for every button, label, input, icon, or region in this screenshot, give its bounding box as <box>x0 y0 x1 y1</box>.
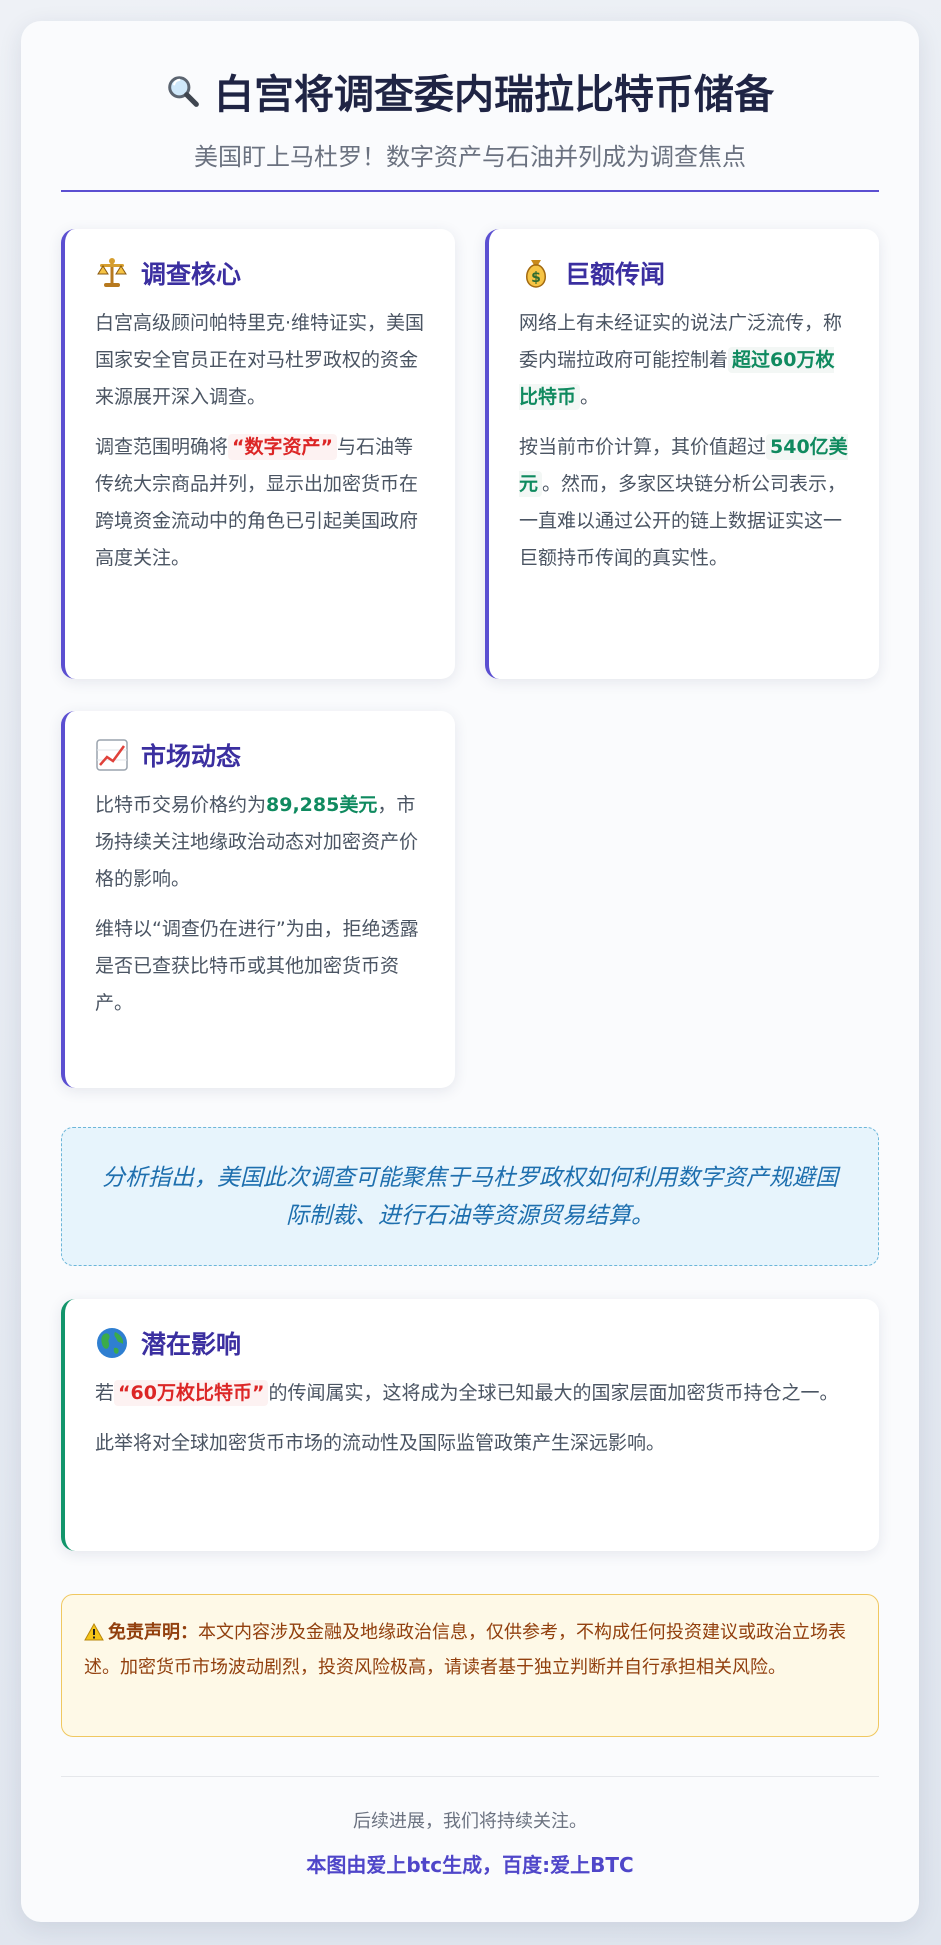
card-paragraph: 白宫高级顾问帕特里克·维特证实，美国国家安全官员正在对马杜罗政权的资金来源展开深… <box>95 312 425 408</box>
card-paragraph: 网络上有未经证实的说法广泛流传，称委内瑞拉政府可能控制着 超过60万枚比特币。 <box>519 305 853 416</box>
highlight-btc-price: 89,285美元 <box>266 794 378 816</box>
text-segment: 的传闻属实，这将成为全球已知最大的国家层面加密货币持仓之一。 <box>268 1382 839 1404</box>
page-subtitle: 美国盯上马杜罗！数字资产与石油并列成为调查焦点 <box>194 143 746 171</box>
money-bag-icon: $ <box>519 256 553 290</box>
text-segment: 调查范围明确将 <box>95 436 229 458</box>
card-paragraph: 此举将对全球加密货币市场的流动性及国际监管政策产生深远影响。 <box>95 1432 666 1454</box>
disclaimer-label: 免责声明： <box>108 1622 198 1643</box>
text-segment: 比特币交易价格约为 <box>95 794 267 816</box>
disclaimer-box: 免责声明：本文内容涉及金融及地缘政治信息，仅供参考，不构成任何投资建议或政治立场… <box>61 1594 879 1737</box>
text-segment: 。然而，多家区块链分析公司表示，一直难以通过公开的链上数据证实这一巨额持币传闻的… <box>519 473 847 569</box>
card-title: 市场动态 <box>95 737 429 773</box>
page-title: 白宫将调查委内瑞拉比特币储备 <box>61 61 879 121</box>
footer-divider <box>61 1776 879 1777</box>
globe-icon <box>95 1326 129 1360</box>
magnifier-icon <box>166 74 200 108</box>
chart-up-icon <box>95 738 129 772</box>
card-title-text: 市场动态 <box>141 742 242 771</box>
text-segment: 按当前市价计算，其价值超过 <box>519 436 767 458</box>
card-paragraph: 若 “60万枚比特币” 的传闻属实，这将成为全球已知最大的国家层面加密货币持仓之一。 <box>95 1375 853 1412</box>
card-title-text: 潜在影响 <box>141 1330 242 1359</box>
card-investigation-core: 调查核心 白宫高级顾问帕特里克·维特证实，美国国家安全官员正在对马杜罗政权的资金… <box>61 229 455 679</box>
footer-note: 后续进展，我们将持续关注。 <box>353 1811 587 1832</box>
header: 白宫将调查委内瑞拉比特币储备 美国盯上马杜罗！数字资产与石油并列成为调查焦点 <box>61 61 879 172</box>
card-huge-rumor: $ 巨额传闻 网络上有未经证实的说法广泛流传，称委内瑞拉政府可能控制着 超过60万… <box>485 229 879 679</box>
analysis-quote: 分析指出，美国此次调查可能聚焦于马杜罗政权如何利用数字资产规避国际制裁、进行石油… <box>61 1127 879 1266</box>
warning-icon <box>84 1620 104 1652</box>
card-paragraph: 调查范围明确将 “数字资产” 与石油等传统大宗商品并列，显示出加密货币在跨境资金流动… <box>95 429 429 577</box>
card-potential-impact: 潜在影响 若 “60万枚比特币” 的传闻属实，这将成为全球已知最大的国家层面加密货币… <box>61 1299 879 1551</box>
card-paragraph: 按当前市价计算，其价值超过 540亿美元 。然而，多家区块链分析公司表示，一直难以通… <box>519 429 853 577</box>
card-title-text: 巨额传闻 <box>565 260 666 289</box>
card-title-text: 调查核心 <box>141 260 242 289</box>
card-title: 调查核心 <box>95 255 429 291</box>
highlight-digital-assets: “数字资产” <box>228 434 337 460</box>
page-title-text: 白宫将调查委内瑞拉比特币储备 <box>214 72 774 118</box>
card-paragraph: 比特币交易价格约为89,285美元，市场持续关注地缘政治动态对加密资产价格的影响… <box>95 787 429 898</box>
main-card: 白宫将调查委内瑞拉比特币储备 美国盯上马杜罗！数字资产与石油并列成为调查焦点 调… <box>21 21 919 1922</box>
highlight-600k-btc-quote: “60万枚比特币” <box>114 1380 269 1406</box>
card-title: $ 巨额传闻 <box>519 255 853 291</box>
text-segment: 。 <box>580 386 600 408</box>
disclaimer-text: 本文内容涉及金融及地缘政治信息，仅供参考，不构成任何投资建议或政治立场表述。加密… <box>84 1622 846 1678</box>
card-market-dynamics: 市场动态 比特币交易价格约为89,285美元，市场持续关注地缘政治动态对加密资产… <box>61 711 455 1088</box>
text-segment: 若 <box>95 1382 115 1404</box>
card-title: 潜在影响 <box>95 1325 853 1361</box>
card-paragraph: 维特以“调查仍在进行”为由，拒绝透露是否已查获比特币或其他加密货币资产。 <box>95 918 419 1014</box>
footer-credit: 本图由爱上btc生成，百度:爱上BTC <box>306 1853 634 1877</box>
svg-text:$: $ <box>531 270 541 286</box>
analysis-quote-text: 分析指出，美国此次调查可能聚焦于马杜罗政权如何利用数字资产规避国际制裁、进行石油… <box>102 1164 838 1229</box>
header-divider <box>61 190 879 192</box>
scales-icon <box>95 256 129 290</box>
